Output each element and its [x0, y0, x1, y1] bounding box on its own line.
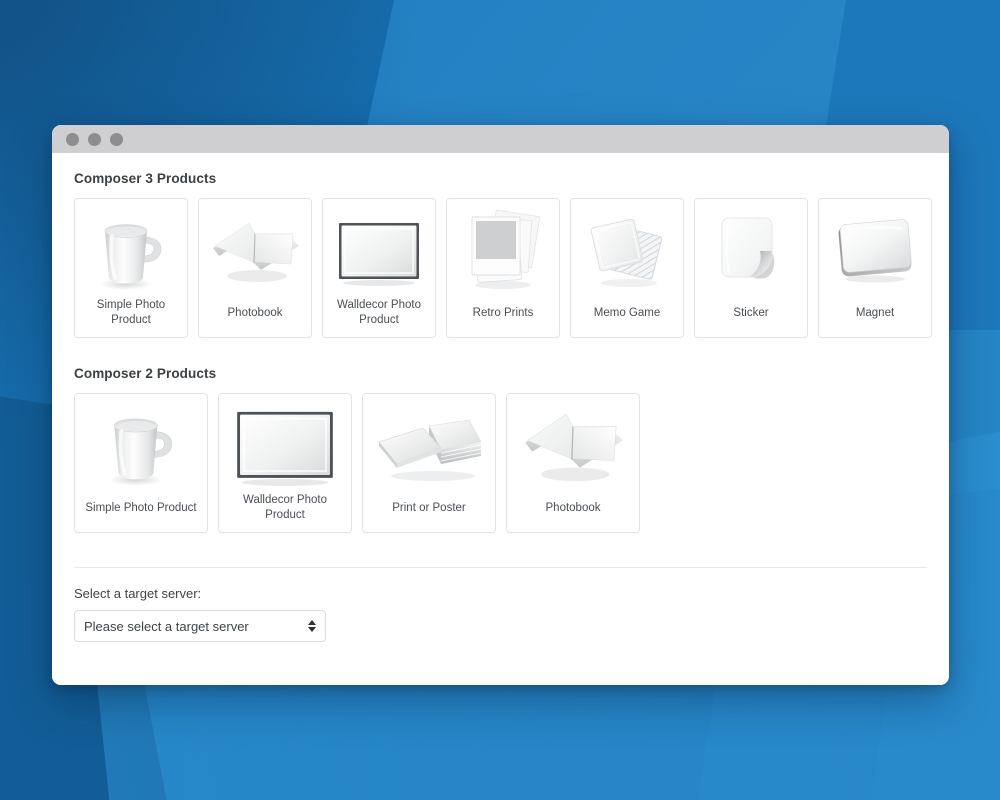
product-label: Sticker	[733, 306, 769, 319]
target-server-block: Select a target server: Please select a …	[74, 568, 927, 642]
product-grid-composer-2: Simple Photo Product Walldecor Photo Pro…	[74, 393, 927, 533]
product-label: Print or Poster	[392, 501, 466, 514]
section-title-composer-2: Composer 2 Products	[74, 366, 217, 381]
product-label: Photobook	[545, 501, 601, 514]
framed-picture-icon	[329, 207, 429, 295]
product-card-memo-game-c3[interactable]: Memo Game	[570, 198, 684, 338]
window-content: Composer 3 Products Simple Photo Product…	[52, 153, 949, 685]
product-card-walldecor-photo-product-c3[interactable]: Walldecor Photo Product	[322, 198, 436, 338]
sticker-icon	[701, 207, 801, 295]
product-card-retro-prints-c3[interactable]: Retro Prints	[446, 198, 560, 338]
product-label: Magnet	[855, 306, 895, 319]
section-title-composer-3: Composer 3 Products	[74, 171, 217, 186]
print-stack-icon	[369, 402, 489, 490]
product-grid-composer-3: Simple Photo Product Photobook Walldecor…	[74, 198, 932, 338]
target-server-selected-value: Please select a target server	[84, 618, 249, 634]
target-server-select[interactable]: Please select a target server	[74, 610, 326, 642]
maximize-button[interactable]	[110, 132, 123, 146]
mug-icon	[81, 207, 181, 295]
memo-cards-icon	[577, 207, 677, 295]
product-label: Walldecor Photo Product	[243, 494, 327, 521]
product-card-sticker-c3[interactable]: Sticker	[694, 198, 808, 338]
framed-picture-icon	[225, 402, 345, 490]
mug-icon	[81, 402, 201, 490]
product-label: Simple Photo Product	[85, 501, 197, 514]
product-label: Simple Photo Product	[96, 299, 166, 326]
chevron-updown-icon	[308, 620, 316, 632]
open-book-icon	[513, 402, 633, 490]
minimize-button[interactable]	[88, 132, 101, 146]
open-book-icon	[205, 207, 305, 295]
product-label: Memo Game	[593, 306, 661, 319]
product-label: Retro Prints	[472, 306, 534, 319]
product-card-print-or-poster-c2[interactable]: Print or Poster	[362, 393, 496, 533]
magnet-icon	[825, 207, 925, 295]
polaroid-stack-icon	[453, 207, 553, 295]
target-server-label: Select a target server:	[74, 586, 202, 601]
product-label: Photobook	[227, 306, 283, 319]
product-label: Walldecor Photo Product	[337, 299, 421, 326]
product-card-photobook-c2[interactable]: Photobook	[506, 393, 640, 533]
product-card-walldecor-photo-product-c2[interactable]: Walldecor Photo Product	[218, 393, 352, 533]
window-titlebar[interactable]	[52, 125, 949, 153]
product-card-magnet-c3[interactable]: Magnet	[818, 198, 932, 338]
product-card-simple-photo-product-c3[interactable]: Simple Photo Product	[74, 198, 188, 338]
product-card-photobook-c3[interactable]: Photobook	[198, 198, 312, 338]
product-card-simple-photo-product-c2[interactable]: Simple Photo Product	[74, 393, 208, 533]
close-button[interactable]	[66, 132, 79, 146]
application-window: Composer 3 Products Simple Photo Product…	[52, 125, 949, 685]
